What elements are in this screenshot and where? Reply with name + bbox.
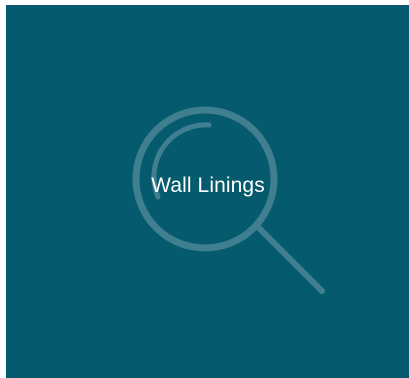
tile-label: Wall Linings xyxy=(151,174,265,197)
category-tile-wall-linings[interactable]: Wall Linings xyxy=(6,5,409,378)
